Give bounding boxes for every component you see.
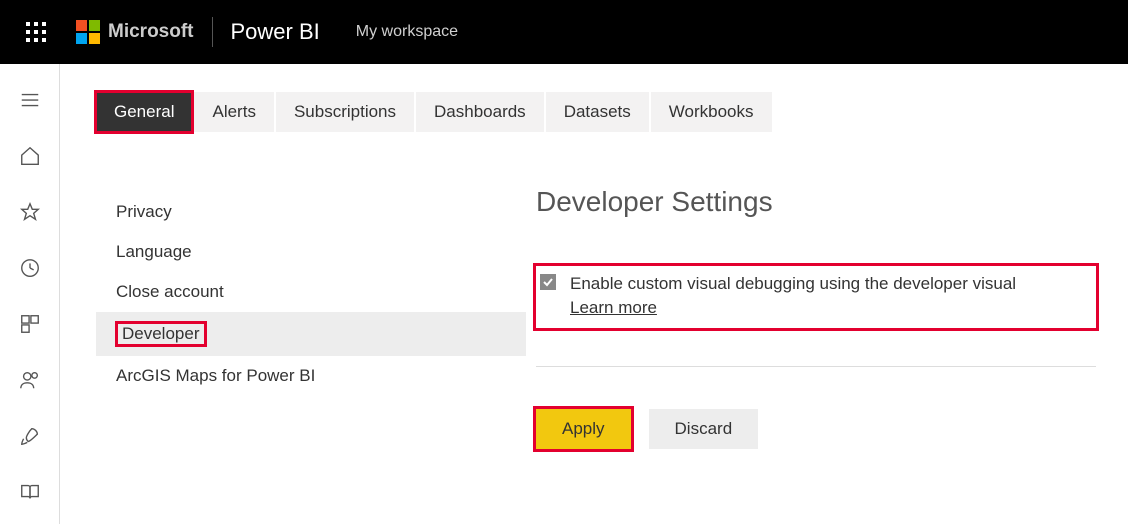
- tab-general[interactable]: General: [96, 92, 192, 132]
- nav-item-label: Language: [116, 242, 192, 261]
- star-icon[interactable]: [6, 188, 54, 236]
- settings-nav-arcgis[interactable]: ArcGIS Maps for Power BI: [96, 356, 526, 396]
- nav-item-label: Close account: [116, 282, 224, 301]
- brand-logo: Microsoft: [76, 20, 194, 44]
- nav-item-label: Developer: [116, 322, 206, 346]
- tab-alerts[interactable]: Alerts: [194, 92, 273, 132]
- home-icon[interactable]: [6, 132, 54, 180]
- discard-button[interactable]: Discard: [649, 409, 759, 449]
- tab-label: Workbooks: [669, 102, 754, 121]
- apps-icon[interactable]: [6, 300, 54, 348]
- tab-workbooks[interactable]: Workbooks: [651, 92, 772, 132]
- clock-icon[interactable]: [6, 244, 54, 292]
- left-nav-rail: [0, 64, 60, 524]
- learn-more-link[interactable]: Learn more: [570, 298, 657, 317]
- checkbox-icon[interactable]: [540, 274, 556, 290]
- tab-label: General: [114, 102, 174, 121]
- product-name[interactable]: Power BI: [231, 19, 320, 45]
- settings-nav-language[interactable]: Language: [96, 232, 526, 272]
- tab-datasets[interactable]: Datasets: [546, 92, 649, 132]
- nav-item-label: ArcGIS Maps for Power BI: [116, 366, 315, 385]
- action-buttons: Apply Discard: [536, 409, 1096, 449]
- workspace-crumb[interactable]: My workspace: [356, 23, 458, 41]
- tab-subscriptions[interactable]: Subscriptions: [276, 92, 414, 132]
- hamburger-icon[interactable]: [6, 76, 54, 124]
- settings-nav-close-account[interactable]: Close account: [96, 272, 526, 312]
- app-header: Microsoft Power BI My workspace: [0, 0, 1128, 64]
- nav-item-label: Privacy: [116, 202, 172, 221]
- apply-button[interactable]: Apply: [536, 409, 631, 449]
- settings-title: Developer Settings: [536, 186, 1096, 218]
- brand-text: Microsoft: [108, 21, 194, 43]
- people-icon[interactable]: [6, 356, 54, 404]
- checkbox-label-text: Enable custom visual debugging using the…: [570, 274, 1016, 293]
- header-divider: [212, 17, 213, 47]
- button-label: Discard: [675, 419, 733, 438]
- settings-nav-developer[interactable]: Developer: [96, 312, 526, 356]
- tab-label: Alerts: [212, 102, 255, 121]
- tab-label: Subscriptions: [294, 102, 396, 121]
- rocket-icon[interactable]: [6, 412, 54, 460]
- checkbox-text: Enable custom visual debugging using the…: [570, 272, 1016, 320]
- tab-label: Dashboards: [434, 102, 526, 121]
- settings-nav-privacy[interactable]: Privacy: [96, 192, 526, 232]
- settings-detail-panel: Developer Settings Enable custom visual …: [526, 192, 1104, 449]
- divider: [536, 366, 1096, 367]
- tab-dashboards[interactable]: Dashboards: [416, 92, 544, 132]
- settings-sidebar: Privacy Language Close account Developer…: [96, 192, 526, 449]
- enable-dev-visual-option[interactable]: Enable custom visual debugging using the…: [536, 266, 1096, 328]
- button-label: Apply: [562, 419, 605, 438]
- settings-tabs: General Alerts Subscriptions Dashboards …: [96, 92, 1104, 132]
- tab-label: Datasets: [564, 102, 631, 121]
- app-launcher-icon[interactable]: [16, 22, 56, 42]
- settings-content: General Alerts Subscriptions Dashboards …: [60, 64, 1128, 524]
- book-icon[interactable]: [6, 468, 54, 516]
- microsoft-logo-icon: [76, 20, 100, 44]
